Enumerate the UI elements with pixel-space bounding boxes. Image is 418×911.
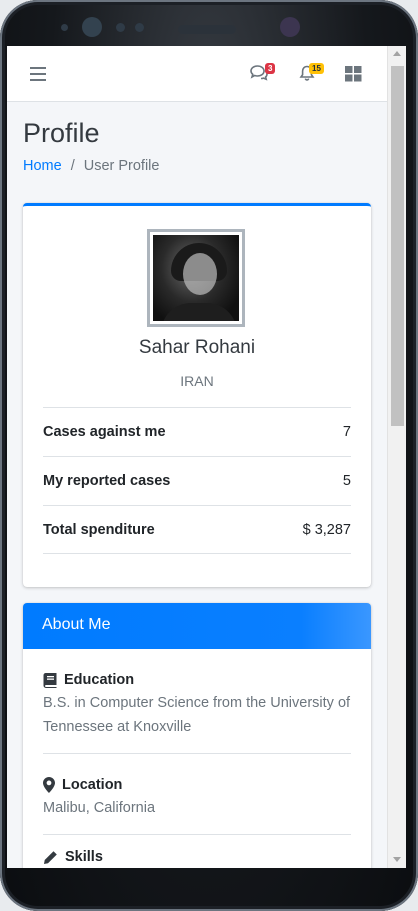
about-card: About Me Education B.S. in Computer Scie…	[23, 603, 371, 868]
scroll-up-arrow-icon[interactable]	[393, 51, 401, 56]
stat-row-reported-cases: My reported cases 5	[43, 456, 351, 505]
breadcrumb-home-link[interactable]: Home	[23, 158, 62, 174]
top-navbar: 3 15	[7, 46, 387, 102]
page-title: Profile	[23, 118, 100, 148]
avatar	[147, 229, 245, 327]
breadcrumb-current: User Profile	[83, 158, 160, 174]
location-text: Malibu, California	[43, 800, 156, 816]
screen: 3 15 Profile Home / User Profile Sahar R…	[7, 46, 406, 868]
page-content: 3 15 Profile Home / User Profile Sahar R…	[7, 46, 387, 868]
profile-name: Sahar Rohani	[138, 337, 256, 358]
about-card-body: Education B.S. in Computer Science from …	[43, 649, 351, 865]
stat-row-total-spenditure: Total spenditure $ 3,287	[43, 505, 351, 554]
phone-top-bezel	[0, 0, 418, 50]
breadcrumb: Home / User Profile	[23, 158, 159, 174]
location-section: Location Malibu, California	[43, 754, 351, 835]
messages-badge: 3	[265, 63, 276, 74]
page-scrollbar[interactable]	[387, 46, 406, 868]
front-camera	[280, 17, 300, 37]
stat-value: 5	[342, 473, 351, 489]
stat-value: $ 3,287	[302, 521, 351, 538]
bars-icon[interactable]	[30, 67, 46, 81]
skills-heading: Skills	[43, 835, 351, 865]
pencil-icon	[44, 850, 57, 864]
book-icon	[43, 672, 57, 688]
profile-card: Sahar Rohani IRAN Cases against me 7 My …	[23, 203, 371, 587]
notifications-badge: 15	[309, 63, 324, 74]
stat-label: Cases against me	[43, 424, 166, 440]
stat-row-cases-against: Cases against me 7	[43, 407, 351, 456]
scroll-down-arrow-icon[interactable]	[393, 857, 401, 862]
messages-button[interactable]: 3	[249, 63, 276, 84]
sensor-dot	[116, 23, 125, 32]
location-heading: Location	[43, 777, 351, 793]
education-label: Education	[64, 672, 135, 688]
camera-lens	[82, 17, 102, 37]
skills-label: Skills	[65, 849, 103, 865]
scrollbar-thumb[interactable]	[391, 66, 404, 426]
speaker-grille	[178, 25, 236, 34]
apps-grid-button[interactable]	[345, 66, 367, 86]
map-marker-icon	[43, 777, 55, 793]
breadcrumb-separator: /	[70, 158, 75, 174]
education-text: B.S. in Computer Science from the Univer…	[43, 695, 351, 735]
stat-label: My reported cases	[43, 473, 171, 489]
about-card-header: About Me	[23, 603, 371, 649]
phone-bottom-bezel	[0, 868, 418, 911]
notifications-button[interactable]: 15	[298, 63, 324, 84]
location-label: Location	[62, 777, 123, 793]
sensor-dot	[61, 24, 68, 31]
profile-stats-list: Cases against me 7 My reported cases 5 T…	[43, 407, 351, 554]
profile-country: IRAN	[180, 373, 214, 389]
stat-label: Total spenditure	[43, 521, 155, 538]
education-section: Education B.S. in Computer Science from …	[43, 649, 351, 754]
phone-frame: 3 15 Profile Home / User Profile Sahar R…	[0, 0, 418, 911]
education-heading: Education	[43, 672, 351, 688]
stat-value: 7	[342, 424, 351, 440]
sensor-dot	[135, 23, 144, 32]
grid-icon	[345, 66, 362, 82]
profile-photo	[153, 235, 239, 321]
